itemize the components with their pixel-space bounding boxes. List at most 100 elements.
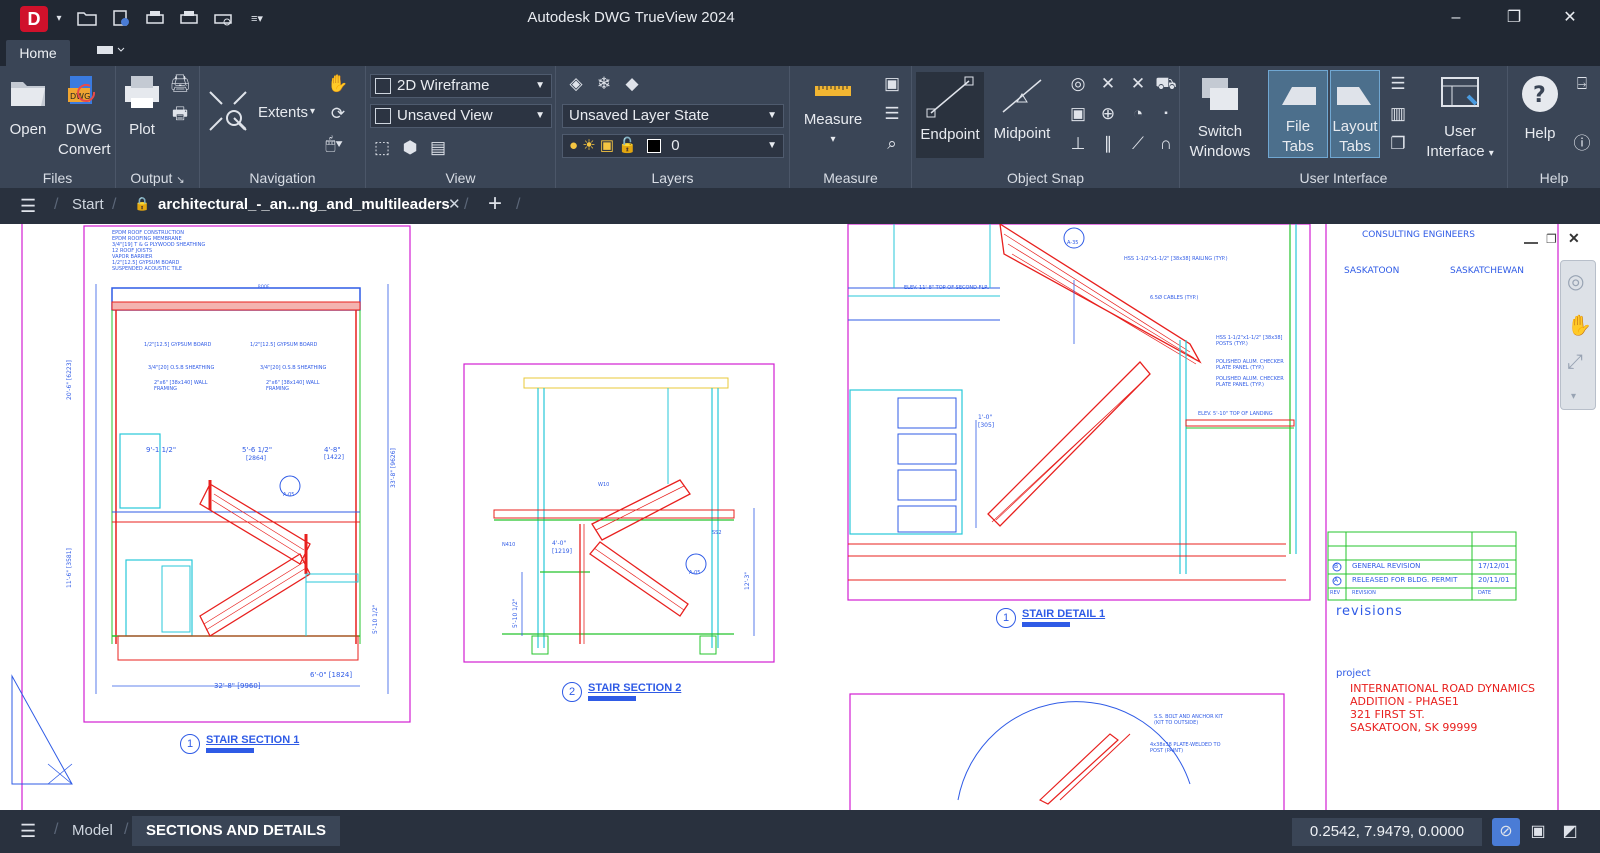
firm-name: CONSULTING ENGINEERS <box>1362 230 1476 240</box>
rev-a-letter: A <box>1334 577 1339 584</box>
orbit-icon[interactable]: ⟳ <box>326 102 350 126</box>
object-snap-panel: Endpoint Midpoint ◎ ✕ ✕ ⛟ ▣ ⊕ ◔ ▪ ⊥ ∥ ⟋ … <box>912 66 1180 188</box>
iso-view-icon[interactable]: ⬢ <box>398 136 422 160</box>
switch-windows-icon <box>1202 78 1238 110</box>
hamburger-menu-icon[interactable]: ☰ <box>20 196 40 217</box>
tile-horizontal-icon[interactable]: ☰ <box>1386 72 1410 96</box>
tile-vertical-icon[interactable]: ▥ <box>1386 102 1410 126</box>
tab-home[interactable]: Home <box>6 40 70 66</box>
annotation-monitor-icon[interactable]: ▣ <box>1524 818 1552 846</box>
view-cube-icon[interactable]: ⬚ <box>370 136 394 160</box>
layout-menu-icon[interactable]: ☰ <box>20 821 36 842</box>
extension-snap-icon[interactable]: ⛟ <box>1154 72 1178 96</box>
node-snap-icon[interactable]: ⊕ <box>1096 102 1120 126</box>
intersection-snap-icon[interactable]: ✕ <box>1096 72 1120 96</box>
tab-active-drawing[interactable]: architectural_-_an...ng_and_multileaders <box>158 196 450 213</box>
help-button[interactable]: ? Help <box>1512 74 1568 144</box>
ribbon-minimize-toggle[interactable] <box>96 44 128 60</box>
tangent-snap-icon[interactable]: ◔ <box>1126 102 1150 126</box>
tab-start[interactable]: Start <box>72 196 104 213</box>
project-line: INTERNATIONAL ROAD DYNAMICS <box>1350 682 1536 695</box>
switch-windows-button[interactable]: Switch Windows <box>1184 74 1256 162</box>
nearest-snap-icon[interactable]: ▪ <box>1154 102 1178 126</box>
status-bar: ☰ / Model / SECTIONS AND DETAILS 0.2542,… <box>0 810 1600 853</box>
project-line: 321 FIRST ST. <box>1350 708 1425 721</box>
view-manager-icon[interactable]: ▤ <box>426 136 450 160</box>
drafting-settings-icon[interactable]: ⊘ <box>1492 818 1520 846</box>
restore-button[interactable]: ❐ <box>1494 6 1534 30</box>
layer-isolate-icon[interactable]: ◆ <box>620 72 644 96</box>
apparent-intersection-icon[interactable]: ✕ <box>1126 72 1150 96</box>
user-interface-button[interactable]: User Interface ▾ <box>1420 74 1500 164</box>
rev-header-rev: REV <box>1330 590 1341 596</box>
viewport-minimize-icon[interactable] <box>1524 234 1538 244</box>
new-tab-button[interactable]: + <box>488 190 502 218</box>
parallel-snap-icon[interactable]: ∥ <box>1096 132 1120 156</box>
note-osb-1: 3/4"[20] O.S.B SHEATHING <box>148 365 215 371</box>
visual-style-dropdown[interactable]: 2D Wireframe ▼ <box>370 74 552 98</box>
viewport-restore-icon[interactable]: ❐ <box>1546 232 1557 246</box>
drawing-canvas[interactable]: A-05 ROOF A-05 A-35 EPDM ROOF CONSTRUCTI… <box>0 224 1600 810</box>
page-setup-icon[interactable]: 🖶 <box>168 102 192 126</box>
roof-notes: EPDM ROOF CONSTRUCTION EPDM ROOFING MEMB… <box>112 230 205 272</box>
file-tabs-button[interactable]: File Tabs <box>1268 70 1328 158</box>
note-wall-2: 2"x6" [38x140] WALL FRAMING <box>266 380 320 392</box>
batch-plot-icon[interactable]: 🖨 <box>168 72 192 96</box>
layout-tabs-button[interactable]: Layout Tabs <box>1330 70 1380 158</box>
insertion-snap-icon[interactable]: ▣ <box>1066 102 1090 126</box>
steering-wheel-icon[interactable]: ◎ <box>1567 269 1584 294</box>
pan-hand-icon[interactable]: ✋ <box>326 72 350 96</box>
snap-magnet-icon[interactable]: ∩ <box>1154 132 1178 156</box>
measure-panel: Measure ▾ ▣ ☰ ⌕ Measure <box>790 66 912 188</box>
layer-dropdown[interactable]: ● ☀ ▣ 🔓 0 ▼ <box>562 134 784 158</box>
midpoint-snap-button[interactable]: Midpoint <box>988 72 1056 158</box>
nav-bar-options-icon[interactable]: ▾ <box>1571 391 1576 402</box>
tab-sections-and-details[interactable]: SECTIONS AND DETAILS <box>132 816 341 846</box>
plot-button[interactable]: Plot <box>120 74 164 140</box>
perpendicular-snap-icon[interactable]: ⊥ <box>1066 132 1090 156</box>
graphics-performance-icon[interactable]: ◩ <box>1556 818 1584 846</box>
learn-icon[interactable]: ⍈ <box>1570 72 1594 96</box>
layer-freeze-icon[interactable]: ❄ <box>592 72 616 96</box>
minimize-button[interactable]: – <box>1436 6 1476 30</box>
midpoint-label: Midpoint <box>993 125 1051 142</box>
id-point-icon[interactable]: ▣ <box>880 72 904 96</box>
zoom-extents-icon[interactable]: ⤢ <box>1567 351 1583 374</box>
note-w10: W10 <box>598 482 610 488</box>
close-tab-icon[interactable]: ✕ <box>448 195 461 213</box>
note-elev-2: ELEV. 5'-10" TOP OF LANDING <box>1198 411 1273 417</box>
dim-b: 5'-6 1/2" <box>242 446 273 454</box>
svg-text:?: ? <box>1533 83 1546 108</box>
note-rail: HSS 1-1/2"x1-1/2" [38x38] RAILING (TYP.) <box>1124 256 1228 262</box>
tab-separator: / <box>54 821 59 838</box>
quadrant-snap-icon[interactable]: ⟋ <box>1126 132 1150 156</box>
tab-separator: / <box>124 821 129 838</box>
steering-wheel-icon[interactable]: 🖱▾ <box>322 132 346 156</box>
named-view-dropdown[interactable]: Unsaved View ▼ <box>370 104 552 128</box>
layer-state-dropdown[interactable]: Unsaved Layer State ▼ <box>562 104 784 128</box>
layer-color-swatch <box>647 139 662 154</box>
dwg-convert-button[interactable]: DWG DWG Convert <box>58 74 111 160</box>
open-button[interactable]: Open <box>6 74 50 140</box>
zoom-window-icon[interactable]: ⌕ <box>880 132 904 156</box>
help-icon: ? <box>1522 76 1558 112</box>
output-panel-label: Output ↘ <box>130 170 185 186</box>
viewport-close-icon[interactable]: ✕ <box>1568 230 1580 247</box>
close-button[interactable]: ✕ <box>1550 6 1590 30</box>
list-icon[interactable]: ☰ <box>880 102 904 126</box>
layer-properties-icon[interactable]: ◈ <box>564 72 588 96</box>
measure-button[interactable]: Measure ▾ <box>794 80 872 150</box>
note-cable: 6.5Ø CABLES (TYP.) <box>1150 295 1199 301</box>
center-snap-icon[interactable]: ◎ <box>1066 72 1090 96</box>
endpoint-snap-button[interactable]: Endpoint <box>916 72 984 158</box>
note-plate-2: POLISHED ALUM. CHECKER PLATE PANEL (TYP.… <box>1216 376 1284 388</box>
dim-f: 1'-0" <box>978 414 993 421</box>
info-icon[interactable]: ⓘ <box>1570 132 1594 156</box>
revisions-label: revisions <box>1336 604 1403 619</box>
extents-button[interactable]: Extents ▾ <box>206 88 326 136</box>
switch-windows-label-1: Switch <box>1197 123 1243 140</box>
dim-i: [1219] <box>552 548 572 555</box>
tab-model[interactable]: Model <box>72 822 113 839</box>
cascade-icon[interactable]: ❐ <box>1386 132 1410 156</box>
pan-icon[interactable]: ✋ <box>1567 313 1592 338</box>
